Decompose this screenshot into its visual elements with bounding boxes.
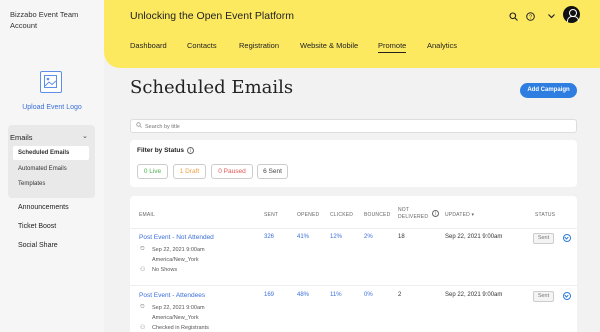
divider	[130, 228, 577, 229]
row-audience: No Shows	[152, 267, 178, 273]
email-name-link[interactable]: Post Event - Not Attended	[139, 234, 214, 241]
chevron-down-icon[interactable]	[546, 11, 556, 21]
column-header-clicked[interactable]: CLICKED	[330, 212, 353, 218]
emails-section-label[interactable]: Emails	[10, 133, 33, 142]
audience-icon: ⚇	[140, 325, 146, 331]
info-icon[interactable]: i	[432, 210, 439, 217]
upload-event-logo-link[interactable]: Upload Event Logo	[0, 104, 104, 111]
column-header-opened[interactable]: OPENED	[297, 212, 319, 218]
filter-chip-paused[interactable]: 0 Paused	[211, 164, 253, 179]
clock-icon: ⏲	[140, 304, 145, 310]
filter-label-text: Filter by Status	[137, 147, 184, 155]
add-campaign-button[interactable]: Add Campaign	[520, 83, 577, 98]
row-updated: Sep 22, 2021 9:00am	[445, 292, 503, 298]
row-not-delivered: 2	[398, 292, 402, 298]
search-input[interactable]	[145, 121, 565, 132]
sidebar-item-announcements[interactable]: Announcements	[18, 204, 69, 211]
status-badge[interactable]: Sent	[533, 291, 554, 302]
filter-label: Filter by Status i	[137, 147, 194, 154]
search-icon[interactable]	[508, 11, 518, 21]
filter-chip-draft-label: 1 Draft	[179, 168, 200, 175]
user-avatar-icon[interactable]	[563, 6, 580, 23]
row-opened[interactable]: 48%	[297, 292, 309, 298]
column-header-email[interactable]: EMAIL	[139, 212, 155, 218]
row-sent[interactable]: 169	[264, 292, 274, 298]
status-filter-card: Filter by Status i 0 Live 1 Draft 0 Pause…	[130, 140, 577, 187]
image-placeholder-icon[interactable]	[40, 71, 62, 93]
row-actions-icon[interactable]	[563, 292, 571, 300]
row-bounced[interactable]: 0%	[364, 292, 373, 298]
status-badge[interactable]: Sent	[533, 233, 554, 244]
sidebar-item-ticket-boost[interactable]: Ticket Boost	[18, 223, 56, 230]
audience-icon: ⚇	[140, 267, 146, 273]
row-opened[interactable]: 41%	[297, 234, 309, 240]
row-date: Sep 22, 2021 9:00am	[152, 305, 205, 311]
row-updated: Sep 22, 2021 9:00am	[445, 234, 503, 240]
column-header-updated[interactable]: UPDATED ▾	[445, 212, 474, 218]
filter-chip-live[interactable]: 0 Live	[137, 164, 168, 179]
row-actions-icon[interactable]	[563, 234, 571, 242]
info-icon[interactable]: i	[186, 147, 194, 154]
column-header-status[interactable]: STATUS	[535, 212, 555, 218]
svg-text:?: ?	[528, 14, 531, 20]
chevron-down-icon[interactable]: ⌄	[82, 132, 88, 140]
search-bar	[130, 119, 577, 133]
search-icon	[136, 122, 142, 130]
row-date: Sep 22, 2021 9:00am	[152, 247, 205, 253]
filter-chip-live-label: 0 Live	[143, 168, 162, 175]
email-name-link[interactable]: Post Event - Attendees	[139, 292, 205, 299]
sidebar-item-templates[interactable]: Templates	[13, 177, 89, 191]
row-clicked[interactable]: 11%	[330, 292, 342, 298]
top-header: Unlocking the Open Event Platform Dashbo…	[104, 0, 600, 68]
help-icon[interactable]: ?	[525, 11, 535, 21]
row-bounced[interactable]: 2%	[364, 234, 373, 240]
column-header-not-delivered[interactable]: NOT DELIVERED	[398, 207, 428, 220]
row-timezone: America/New_York	[152, 315, 199, 321]
divider	[130, 285, 577, 286]
filter-chip-sent[interactable]: 6 Sent	[257, 164, 288, 179]
clock-icon: ⏲	[140, 246, 145, 252]
row-clicked[interactable]: 12%	[330, 234, 342, 240]
tab-contacts[interactable]: Contacts	[187, 41, 217, 50]
sidebar-item-automated-emails[interactable]: Automated Emails	[13, 162, 89, 176]
tab-promote[interactable]: Promote	[378, 41, 407, 53]
filter-chip-paused-label: 0 Paused	[218, 168, 246, 175]
emails-table: EMAIL SENT OPENED CLICKED BOUNCED NOT DE…	[130, 196, 577, 332]
row-not-delivered: 18	[398, 234, 405, 240]
filter-chip-draft[interactable]: 1 Draft	[173, 164, 206, 179]
filter-chip-sent-label: 6 Sent	[263, 168, 282, 175]
account-name[interactable]: Bizzabo Event Team Account	[10, 9, 100, 31]
row-sent[interactable]: 326	[264, 234, 274, 240]
sidebar-item-social-share[interactable]: Social Share	[18, 242, 58, 249]
sidebar: Bizzabo Event Team Account Upload Event …	[0, 0, 104, 332]
row-timezone: America/New_York	[152, 257, 199, 263]
tab-registration[interactable]: Registration	[239, 41, 279, 50]
row-audience: Checked in Registrants	[152, 325, 209, 331]
event-title: Unlocking the Open Event Platform	[130, 10, 295, 22]
sidebar-item-scheduled-emails[interactable]: Scheduled Emails	[13, 146, 89, 160]
tab-analytics[interactable]: Analytics	[427, 41, 457, 50]
column-header-sent[interactable]: SENT	[264, 212, 278, 218]
tab-dashboard[interactable]: Dashboard	[130, 41, 167, 50]
column-header-bounced[interactable]: BOUNCED	[364, 212, 390, 218]
tab-website-mobile[interactable]: Website & Mobile	[300, 41, 358, 50]
page-title: Scheduled Emails	[130, 77, 294, 98]
